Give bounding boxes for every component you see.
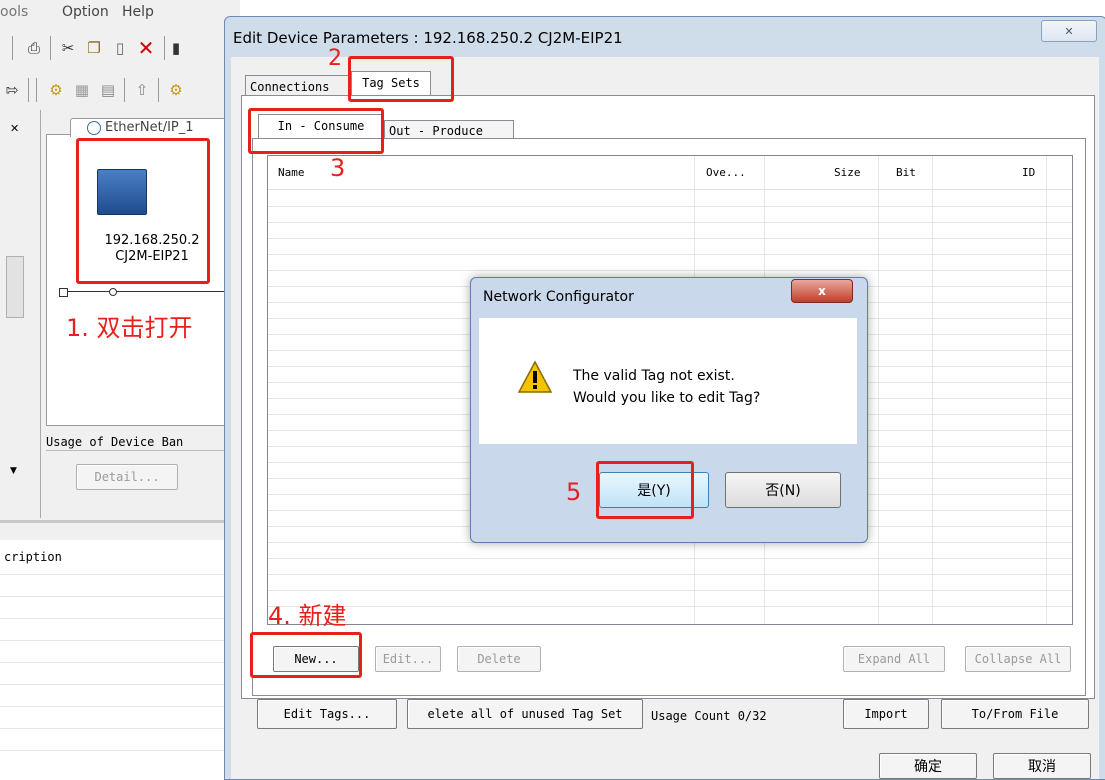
- usage-group-label: Usage of Device Ban: [46, 435, 184, 449]
- unregister-icon[interactable]: ▦: [72, 80, 92, 100]
- message-box-title: Network Configurator: [483, 289, 634, 305]
- cut-icon[interactable]: ✂: [58, 38, 78, 58]
- edit-tags-button[interactable]: Edit Tags...: [257, 699, 397, 729]
- dialog-title: Edit Device Parameters : 192.168.250.2 C…: [233, 29, 623, 47]
- toolbar-more-icon[interactable]: ▮: [172, 38, 180, 58]
- paste-icon[interactable]: ▯: [110, 38, 130, 58]
- delete-unused-tag-sets-button[interactable]: elete all of unused Tag Set: [407, 699, 643, 729]
- dropdown-arrow-icon[interactable]: ▼: [10, 466, 17, 476]
- annotation-step-3: 3: [330, 154, 346, 182]
- annotation-step-4: 4. 新建: [268, 602, 347, 630]
- toolbar-separator: [124, 78, 125, 102]
- expand-all-button[interactable]: Expand All: [843, 646, 945, 672]
- annotation-box-new: [250, 632, 362, 678]
- copy-icon[interactable]: ❐: [84, 38, 104, 58]
- network-line: [61, 291, 241, 292]
- dialog-close-button[interactable]: ✕: [1041, 20, 1097, 42]
- parameter-icon[interactable]: ▤: [98, 80, 118, 100]
- annotation-box-yes: [596, 461, 694, 519]
- monitor-icon[interactable]: ⚙: [166, 80, 186, 100]
- panel-scrollbar[interactable]: [6, 256, 24, 318]
- delete-icon[interactable]: ✕: [136, 36, 156, 60]
- warning-icon: [517, 360, 553, 393]
- network-node: [59, 288, 68, 297]
- annotation-step-2: 2: [328, 46, 342, 71]
- network-port: [109, 288, 117, 296]
- cancel-button[interactable]: 取消: [993, 753, 1091, 779]
- menu-tools[interactable]: ools: [0, 4, 28, 20]
- annotation-step-1: 1. 双击打开: [66, 314, 193, 342]
- left-panel: ✕ ▼: [0, 110, 41, 518]
- message-box-body: The valid Tag not exist. Would you like …: [479, 318, 857, 444]
- import-button[interactable]: Import: [843, 699, 929, 729]
- toolbar-separator: [164, 36, 165, 60]
- toolbar-separator: [28, 78, 29, 102]
- splitter[interactable]: [0, 520, 240, 523]
- menu-option[interactable]: Option: [62, 4, 109, 20]
- toolbar-separator: [12, 36, 13, 60]
- tab-network-label: EtherNet/IP_1: [105, 120, 194, 135]
- upload-icon[interactable]: ⇧: [132, 80, 152, 100]
- no-button[interactable]: 否(N): [725, 472, 841, 508]
- detail-button[interactable]: Detail...: [76, 464, 178, 490]
- usage-count-label: Usage Count 0/32: [651, 709, 767, 723]
- toolbar-separator: [36, 78, 37, 102]
- print-icon[interactable]: ⎙: [24, 38, 44, 58]
- tab-network[interactable]: EtherNet/IP_1: [70, 118, 242, 137]
- register-device-icon[interactable]: ⚙: [46, 80, 66, 100]
- message-line-2: Would you like to edit Tag?: [573, 390, 761, 406]
- to-from-file-button[interactable]: To/From File: [941, 699, 1089, 729]
- column-header-name[interactable]: Name: [278, 166, 305, 179]
- column-header-id[interactable]: ID: [1022, 166, 1035, 179]
- edit-tag-set-button[interactable]: Edit...: [375, 646, 441, 672]
- annotation-box-tag-sets: [348, 56, 454, 102]
- message-box-close-button[interactable]: x: [791, 279, 853, 303]
- tab-connections[interactable]: Connections: [245, 75, 351, 96]
- column-header-ove[interactable]: Ove...: [706, 166, 746, 179]
- annotation-box-device: [76, 138, 210, 284]
- annotation-step-5: 5: [566, 478, 582, 506]
- collapse-all-button[interactable]: Collapse All: [965, 646, 1071, 672]
- background-app-window: ools Option Help ⎙ ✂ ❐ ▯ ✕ ▮ ⇰ ⚙ ▦ ▤ ⇧ ⚙…: [0, 0, 242, 778]
- message-line-1: The valid Tag not exist.: [573, 368, 735, 384]
- column-header-bit[interactable]: Bit: [896, 166, 916, 179]
- online-icon[interactable]: ⇰: [2, 80, 22, 100]
- menu-bar: ools Option Help: [0, 0, 240, 26]
- network-icon: [87, 121, 101, 135]
- table-header: Name Ove... Size Bit ID: [268, 156, 1072, 190]
- ok-button[interactable]: 确定: [879, 753, 977, 779]
- panel-close-icon[interactable]: ✕: [10, 122, 19, 135]
- description-list: cription: [0, 540, 240, 778]
- toolbar-separator: [158, 78, 159, 102]
- toolbar-separator: [50, 36, 51, 60]
- menu-help[interactable]: Help: [122, 4, 154, 20]
- description-column-header: cription: [4, 550, 62, 564]
- delete-tag-set-button[interactable]: Delete: [457, 646, 541, 672]
- column-header-size[interactable]: Size: [834, 166, 861, 179]
- tab-out-produce[interactable]: Out - Produce: [384, 120, 514, 139]
- annotation-box-in-consume: [248, 108, 384, 154]
